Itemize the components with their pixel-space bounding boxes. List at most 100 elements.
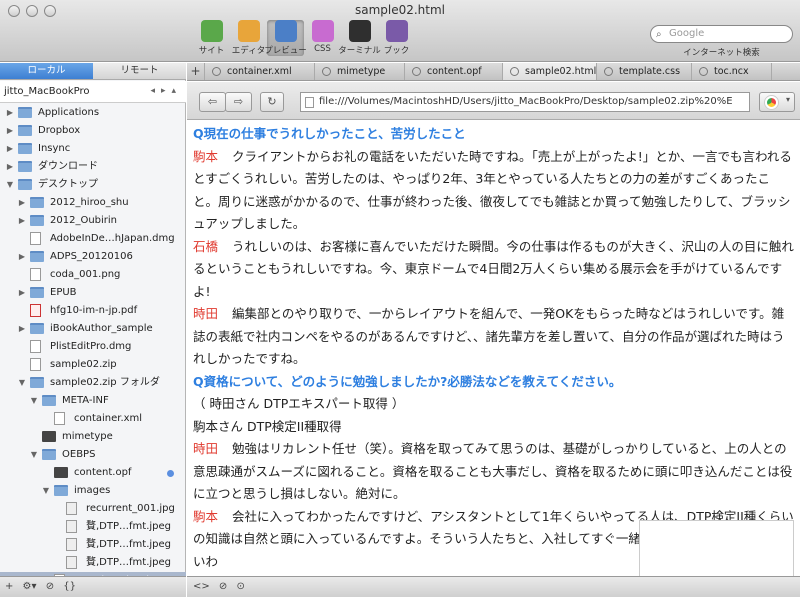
tree-item-label: Dropbox [38,125,81,136]
file-tree: ▶ Applications ▶ Dropbox ▶ Insync ▶ ダウンロード ▼ デスクト… [0,104,186,576]
tree-item[interactable]: ▶ ダウンロード [0,158,186,176]
file-icon [54,467,68,478]
editor-tab[interactable]: content.opf [405,63,503,80]
tool-button-1[interactable]: エディタ [230,20,267,56]
browser-select-button[interactable]: ▾ [759,92,795,112]
location-label: jitto_MacBookPro [4,86,90,97]
tree-item-label: images [74,485,111,496]
disclosure-open-icon[interactable]: ▼ [30,446,38,464]
editor-tab[interactable]: sample02.html [503,63,597,80]
tree-item[interactable]: 贅,DTP…fmt.jpeg [0,536,186,554]
editor-tab[interactable]: mimetype [315,63,405,80]
tab-local[interactable]: ローカル [0,63,93,79]
close-tab-icon[interactable] [510,67,519,76]
disclosure-closed-icon[interactable]: ▶ [6,140,14,158]
close-tab-icon[interactable] [604,67,613,76]
answer-text: うれしいのは、お客様に喜んでいただけた瞬間。今の仕事は作るものが大きく、沢山の人… [193,238,794,299]
tool-button-0[interactable]: サイト [193,20,230,56]
url-field[interactable]: file:///Volumes/MacintoshHD/Users/jitto_… [300,92,750,112]
tree-item[interactable]: content.opf [0,464,186,482]
close-tab-icon[interactable] [699,67,708,76]
close-tab-icon[interactable] [212,67,221,76]
file-icon [42,431,56,442]
tree-item[interactable]: coda_001.png [0,266,186,284]
tree-item[interactable]: ▶ 2012_Oubirin [0,212,186,230]
tree-item[interactable]: 贅,DTP…fmt.jpeg [0,518,186,536]
answer-paragraph: 時田 編集部とのやり取りで、一からレイアウトを組んで、一発OKをもらった時などはう… [193,303,794,371]
tree-item[interactable]: sample02.zip [0,356,186,374]
tree-item[interactable]: 贅,DTP…fmt.jpeg [0,554,186,572]
css-palette-icon [311,20,334,42]
editor-tab[interactable]: template.css [597,63,692,80]
tree-item[interactable]: ▼ images [0,482,186,500]
back-button[interactable]: ⇦ [199,92,226,112]
disclosure-open-icon[interactable]: ▼ [18,374,26,392]
disclosure-closed-icon[interactable]: ▶ [18,320,26,338]
tree-item[interactable]: hfg10-im-n-jp.pdf [0,302,186,320]
tab-remote[interactable]: リモート [93,63,186,79]
tree-item[interactable]: ▼ OEBPS [0,446,186,464]
location-row[interactable]: jitto_MacBookPro ◂▸▴ [0,81,186,103]
folder-icon [30,251,44,262]
new-tab-button[interactable]: + [187,63,205,80]
tree-item[interactable]: ▶ Dropbox [0,122,186,140]
tree-item[interactable]: ▶ Insync [0,140,186,158]
tree-item[interactable]: ▶ iBookAuthor_sample [0,320,186,338]
sidebar-bottom-bar[interactable]: + ⚙▾ ⊘ {} [0,576,186,597]
tool-label: エディタ [231,46,266,56]
url-text: file:///Volumes/MacintoshHD/Users/jitto_… [319,96,733,107]
tree-item[interactable]: mimetype [0,428,186,446]
folder-icon [30,197,44,208]
file-icon [30,358,41,371]
tree-item[interactable]: PlistEditPro.dmg [0,338,186,356]
disclosure-closed-icon[interactable]: ▶ [6,104,14,122]
tree-item[interactable]: ▼ デスクトップ [0,176,186,194]
disclosure-open-icon[interactable]: ▼ [6,176,14,194]
forward-button[interactable]: ⇨ [225,92,252,112]
close-tab-icon[interactable] [412,67,421,76]
tool-button-5[interactable]: ブック [378,20,415,56]
disclosure-closed-icon[interactable]: ▶ [18,212,26,230]
disclosure-closed-icon[interactable]: ▶ [18,248,26,266]
disclosure-open-icon[interactable]: ▼ [30,392,38,410]
folder-icon [18,161,32,172]
tree-item-label: container.xml [74,413,143,424]
editor-tab-label: toc.ncx [714,66,749,77]
speaker-name: 駒本 [193,148,219,164]
tree-item-label: ダウンロード [38,161,98,172]
disclosure-open-icon[interactable]: ▼ [42,482,50,500]
tree-item[interactable]: container.xml [0,410,186,428]
tree-item-label: AdobeInDe…hJapan.dmg [50,233,175,244]
tree-item[interactable]: ▶ ADPS_20120106 [0,248,186,266]
answer-paragraph: 時田 勉強はリカレント任せ（笑）。資格を取ってみて思うのは、基礎がしっかりしている… [193,438,794,506]
tree-item[interactable]: AdobeInDe…hJapan.dmg [0,230,186,248]
tree-item[interactable]: ▶ Applications [0,104,186,122]
file-icon [30,340,41,353]
folder-icon [30,215,44,226]
editor-bottom-bar[interactable]: <> ⊘ ⊙ [187,576,800,597]
close-tab-icon[interactable] [322,67,331,76]
tree-item[interactable]: recurrent_001.jpg [0,500,186,518]
tool-button-3[interactable]: CSS [304,20,341,56]
disclosure-closed-icon[interactable]: ▶ [18,284,26,302]
disclosure-closed-icon[interactable]: ▶ [18,194,26,212]
editor-area: + container.xml mimetype content.opf sample… [187,63,800,597]
location-nav-icons[interactable]: ◂▸▴ [150,81,182,102]
disclosure-closed-icon[interactable]: ▶ [6,158,14,176]
file-icon [30,304,41,317]
search-field[interactable]: ⌕ Google [650,25,793,43]
reload-button[interactable]: ↻ [260,92,284,112]
tree-item[interactable]: ▶ EPUB [0,284,186,302]
answer-paragraph: 石橋 うれしいのは、お客様に喜んでいただけた瞬間。今の仕事は作るものが大きく、沢山… [193,236,794,304]
tool-button-2[interactable]: プレビュー [264,20,307,56]
tree-item[interactable]: ▼ sample02.zip フォルダ [0,374,186,392]
folder-icon [30,323,44,334]
tree-item-label: recurrent_001.jpg [86,503,175,514]
folder-icon [18,107,32,118]
tree-item[interactable]: ▶ 2012_hiroo_shu [0,194,186,212]
tool-button-4[interactable]: ターミナル [338,20,381,56]
disclosure-closed-icon[interactable]: ▶ [6,122,14,140]
editor-tab[interactable]: container.xml [205,63,315,80]
tree-item[interactable]: ▼ META-INF [0,392,186,410]
editor-tab[interactable]: toc.ncx [692,63,772,80]
